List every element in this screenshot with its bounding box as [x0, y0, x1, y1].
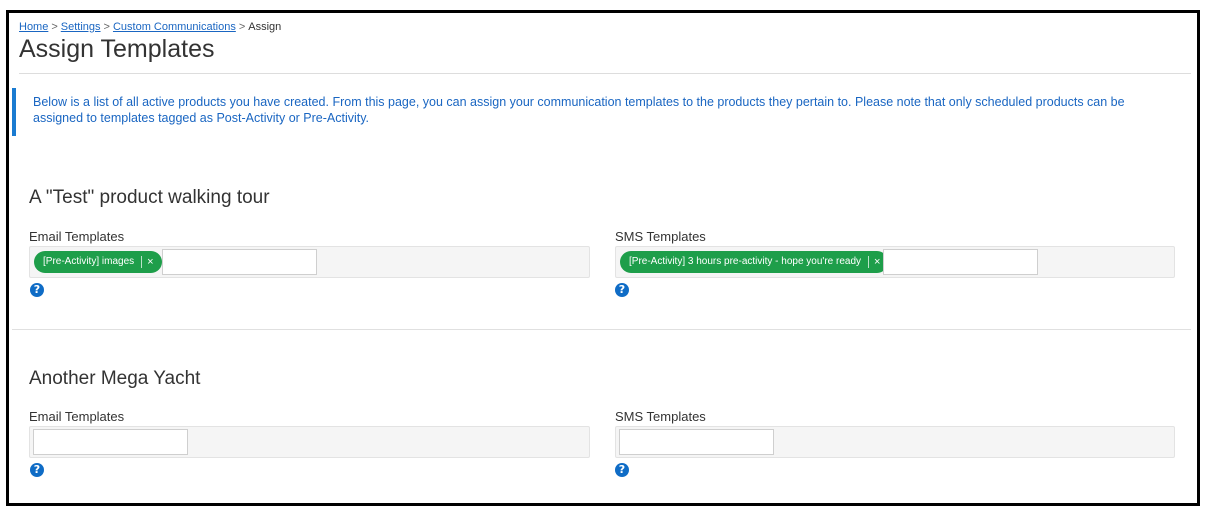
- question-circle-icon[interactable]: ?: [30, 283, 44, 297]
- sms-templates-field[interactable]: [615, 426, 1175, 458]
- breadcrumb-separator: >: [103, 21, 110, 33]
- info-message: Below is a list of all active products y…: [12, 88, 1184, 136]
- sms-templates-input[interactable]: [883, 249, 1038, 275]
- sms-templates-field[interactable]: [Pre-Activity] 3 hours pre-activity - ho…: [615, 246, 1175, 278]
- email-templates-label: Email Templates: [29, 229, 125, 244]
- sms-template-tag-label: [Pre-Activity] 3 hours pre-activity - ho…: [629, 256, 862, 267]
- app-frame: Home > Settings > Custom Communications > Assi…: [6, 10, 1200, 506]
- question-circle-icon[interactable]: ?: [615, 283, 629, 297]
- page-title: Assign Templates: [19, 35, 215, 63]
- breadcrumb-home-link[interactable]: Home: [19, 21, 48, 33]
- close-icon[interactable]: ×: [874, 251, 880, 273]
- breadcrumb-custom-communications-link[interactable]: Custom Communications: [113, 21, 236, 33]
- tag-divider: [141, 256, 143, 268]
- email-template-tag-label: [Pre-Activity] images: [43, 256, 135, 267]
- product-title: Another Mega Yacht: [29, 368, 201, 389]
- product-title: A "Test" product walking tour: [29, 187, 270, 208]
- breadcrumb-settings-link[interactable]: Settings: [61, 21, 101, 33]
- email-template-tag: [Pre-Activity] images ×: [34, 251, 162, 273]
- question-circle-icon[interactable]: ?: [30, 463, 44, 477]
- close-icon[interactable]: ×: [147, 251, 153, 273]
- email-templates-input[interactable]: [162, 249, 317, 275]
- sms-templates-label: SMS Templates: [615, 409, 706, 424]
- title-divider: [19, 73, 1191, 74]
- sms-templates-label: SMS Templates: [615, 229, 706, 244]
- question-circle-icon[interactable]: ?: [615, 463, 629, 477]
- breadcrumb: Home > Settings > Custom Communications > Assi…: [19, 21, 281, 33]
- email-templates-field[interactable]: [Pre-Activity] images ×: [29, 246, 590, 278]
- breadcrumb-separator: >: [238, 21, 246, 33]
- sms-templates-input[interactable]: [619, 429, 774, 455]
- email-templates-field[interactable]: [29, 426, 590, 458]
- tag-divider: [868, 256, 870, 268]
- breadcrumb-current: Assign: [248, 21, 282, 33]
- email-templates-label: Email Templates: [29, 409, 125, 424]
- section-divider: [12, 329, 1191, 330]
- email-templates-input[interactable]: [33, 429, 188, 455]
- breadcrumb-separator: >: [51, 21, 58, 33]
- sms-template-tag: [Pre-Activity] 3 hours pre-activity - ho…: [620, 251, 889, 273]
